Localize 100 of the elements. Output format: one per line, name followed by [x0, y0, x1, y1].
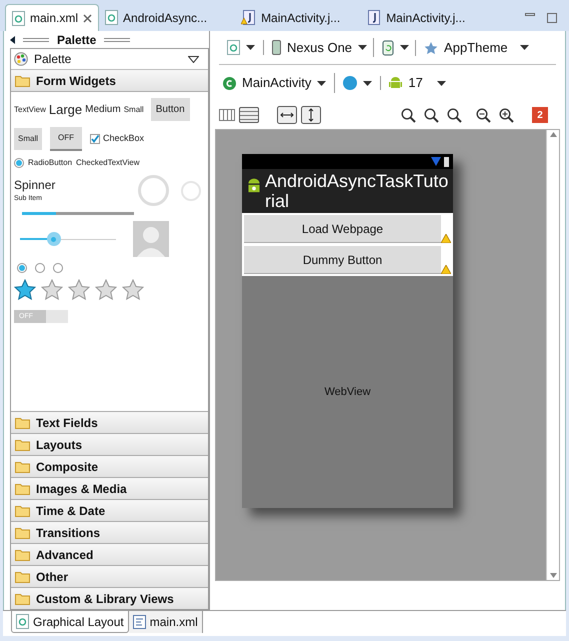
text-view-widget[interactable]: TextView	[14, 104, 46, 116]
minimize-icon[interactable]	[525, 13, 535, 16]
folder-icon	[15, 548, 30, 560]
folder-icon	[15, 570, 30, 582]
caret-icon	[400, 45, 410, 50]
xml-file-icon	[132, 615, 146, 629]
tab-label: main.xml	[150, 614, 198, 631]
phone-icon	[272, 40, 281, 55]
small-button-widget[interactable]: Small	[14, 128, 42, 150]
zoom-out-icon[interactable]	[476, 108, 491, 122]
locale-selector[interactable]	[343, 76, 382, 90]
orientation-selector[interactable]	[382, 40, 416, 56]
warning-icon	[441, 234, 451, 243]
scroll-up-icon[interactable]	[550, 132, 556, 137]
theme-selector[interactable]: AppTheme	[424, 38, 529, 58]
text-view-widget[interactable]: Medium	[85, 102, 121, 117]
category-header[interactable]: Time & Date	[11, 499, 208, 521]
caret-icon	[520, 45, 529, 50]
folder-icon	[15, 74, 30, 86]
image-placeholder-icon	[133, 221, 169, 257]
columns-icon[interactable]	[219, 109, 235, 121]
seekbar-track[interactable]	[20, 232, 116, 246]
tab-label: Graphical Layout	[33, 614, 124, 630]
category-header[interactable]: Layouts	[11, 433, 208, 455]
checkbox-widget[interactable]: CheckBox	[90, 132, 144, 146]
rating-bar[interactable]	[14, 279, 144, 300]
api-level-selector[interactable]: 17	[389, 73, 446, 93]
fit-height-icon[interactable]	[301, 106, 321, 124]
palette-icon	[14, 52, 28, 66]
category-header[interactable]: Composite	[11, 455, 208, 477]
zoom-fit-icon[interactable]	[424, 108, 439, 122]
editor-tab[interactable]: MainActivity.j...	[360, 4, 472, 31]
caret-icon	[246, 45, 255, 50]
text-view-widget[interactable]: Small	[124, 104, 144, 116]
error-count-badge[interactable]: 2	[532, 107, 548, 123]
folder-icon	[15, 416, 30, 428]
radio-button[interactable]	[17, 263, 27, 273]
star-icon	[122, 279, 144, 300]
category-header[interactable]: Advanced	[11, 543, 208, 565]
editor-tab[interactable]: main.xml	[5, 4, 100, 31]
radio-button[interactable]	[53, 263, 63, 273]
folder-icon	[15, 438, 30, 450]
file-icon	[105, 10, 118, 25]
activity-selector[interactable]: MainActivity	[223, 73, 336, 93]
android-icon	[389, 76, 402, 90]
category-header[interactable]: Images & Media	[11, 477, 208, 499]
radio-button-widget[interactable]: RadioButton	[28, 157, 72, 169]
radio-button[interactable]	[14, 158, 24, 168]
editor-tab[interactable]: AndroidAsync...	[99, 4, 214, 31]
star-icon	[14, 279, 36, 300]
scrollbar[interactable]	[546, 130, 559, 580]
fit-width-icon[interactable]	[277, 106, 297, 124]
category-header[interactable]: Text Fields	[11, 411, 208, 433]
close-icon[interactable]	[83, 14, 92, 22]
grip-icon	[23, 38, 49, 42]
scroll-down-icon[interactable]	[550, 573, 556, 578]
config-selector[interactable]	[227, 40, 264, 55]
folder-icon	[15, 526, 30, 538]
rotate-icon	[382, 40, 394, 56]
folder-icon	[15, 504, 30, 516]
file-icon	[16, 614, 29, 629]
file-icon	[227, 40, 240, 55]
android-icon	[246, 177, 262, 195]
phone-button[interactable]: Load Webpage	[244, 215, 441, 243]
folder-icon	[15, 482, 30, 494]
tab-label: AndroidAsync...	[123, 10, 208, 26]
spinner-title[interactable]: Spinner	[14, 176, 56, 194]
category-header[interactable]: Other	[11, 565, 208, 587]
radio-button[interactable]	[35, 263, 45, 273]
category-header[interactable]: Custom & Library Views	[11, 587, 208, 609]
star-icon	[68, 279, 90, 300]
dropdown-arrow-icon	[188, 56, 199, 62]
checked-text-view-widget[interactable]: CheckedTextView	[76, 157, 140, 169]
check-icon	[90, 134, 100, 144]
category-header[interactable]: Transitions	[11, 521, 208, 543]
star-icon	[424, 40, 438, 54]
app-title: AndroidAsyncTaskTutorial	[265, 171, 449, 211]
editor-mode-tab[interactable]: main.xml	[128, 611, 203, 633]
tab-label: MainActivity.j...	[261, 10, 340, 26]
category-header[interactable]: Form Widgets	[11, 70, 208, 92]
caret-icon	[317, 80, 326, 86]
caret-icon	[436, 80, 446, 86]
phone-button[interactable]: Dummy Button	[244, 246, 441, 274]
star-icon	[95, 279, 117, 300]
zoom-actual-icon[interactable]	[401, 108, 416, 122]
zoom-in-icon[interactable]	[499, 108, 514, 122]
toggle-button-widget[interactable]: OFF	[50, 127, 82, 151]
collapse-arrow-icon[interactable]	[10, 36, 15, 44]
java-file-icon	[366, 10, 382, 25]
globe-icon	[343, 76, 358, 90]
device-selector[interactable]: Nexus One	[272, 38, 374, 58]
maximize-icon[interactable]	[547, 13, 557, 23]
zoom-one-icon[interactable]	[447, 108, 462, 122]
tab-label: MainActivity.j...	[386, 10, 466, 26]
editor-mode-tab[interactable]: Graphical Layout	[11, 611, 129, 633]
text-view-widget[interactable]: Large	[48, 100, 82, 120]
rows-icon[interactable]	[239, 107, 259, 123]
battery-icon	[444, 156, 449, 166]
button-widget[interactable]: Button	[150, 98, 190, 121]
editor-tab[interactable]: MainActivity.j...	[235, 4, 346, 31]
